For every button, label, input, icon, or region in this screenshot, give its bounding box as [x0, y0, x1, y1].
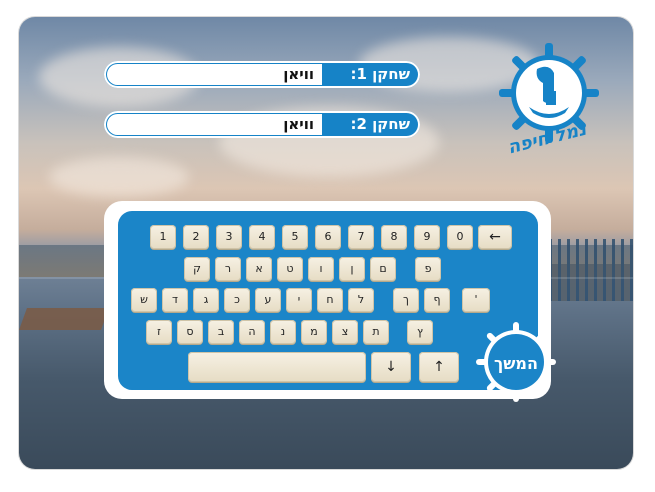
keyboard-key[interactable]: ': [462, 288, 490, 312]
keyboard-key[interactable]: 8: [381, 225, 407, 249]
keyboard-key[interactable]: ם: [370, 257, 396, 281]
keyboard-key[interactable]: ז: [146, 320, 172, 344]
keyboard-key[interactable]: ס: [177, 320, 203, 344]
keyboard-key[interactable]: ק: [184, 257, 210, 281]
space-key[interactable]: [188, 352, 366, 382]
keyboard-key[interactable]: ל: [348, 288, 374, 312]
keyboard-key[interactable]: ר: [215, 257, 241, 281]
player-1-label: שחקן 1:: [350, 65, 410, 83]
keyboard-key[interactable]: כ: [224, 288, 250, 312]
keyboard-key[interactable]: ה: [239, 320, 265, 344]
keyboard-key[interactable]: 6: [315, 225, 341, 249]
keyboard-key[interactable]: ע: [255, 288, 281, 312]
player-2-field: וויאן שחקן 2:: [104, 111, 420, 138]
keyboard-key[interactable]: 1: [150, 225, 176, 249]
keyboard-key[interactable]: 7: [348, 225, 374, 249]
keyboard-key[interactable]: ף: [424, 288, 450, 312]
keyboard-key[interactable]: ן: [339, 257, 365, 281]
player-2-label: שחקן 2:: [350, 115, 410, 133]
keyboard-key[interactable]: 4: [249, 225, 275, 249]
keyboard-key[interactable]: ח: [317, 288, 343, 312]
keyboard-key[interactable]: א: [246, 257, 272, 281]
keyboard-key[interactable]: ב: [208, 320, 234, 344]
keyboard-key[interactable]: ד: [162, 288, 188, 312]
keyboard-key[interactable]: 0: [447, 225, 473, 249]
continue-button[interactable]: המשך: [484, 354, 548, 378]
keyboard-key[interactable]: ↑: [419, 352, 459, 382]
keyboard-key[interactable]: ג: [193, 288, 219, 312]
keyboard-key[interactable]: ך: [393, 288, 419, 312]
keyboard-key[interactable]: ט: [277, 257, 303, 281]
keyboard-key[interactable]: פ: [415, 257, 441, 281]
keyboard-key[interactable]: מ: [301, 320, 327, 344]
keyboard-key[interactable]: ץ: [407, 320, 433, 344]
player-1-input[interactable]: וויאן: [107, 64, 322, 85]
keyboard-key[interactable]: ש: [131, 288, 157, 312]
keyboard-key[interactable]: ↓: [371, 352, 411, 382]
keyboard-key[interactable]: 3: [216, 225, 242, 249]
player-2-input[interactable]: וויאן: [107, 114, 322, 135]
keyboard-key[interactable]: ←: [478, 225, 512, 249]
keyboard-key[interactable]: ת: [363, 320, 389, 344]
keyboard-key[interactable]: 9: [414, 225, 440, 249]
keyboard-key[interactable]: י: [286, 288, 312, 312]
keyboard-key[interactable]: 5: [282, 225, 308, 249]
player-1-field: וויאן שחקן 1:: [104, 61, 420, 88]
keyboard-key[interactable]: 2: [183, 225, 209, 249]
keyboard-key[interactable]: ו: [308, 257, 334, 281]
keyboard-key[interactable]: צ: [332, 320, 358, 344]
keyboard-key[interactable]: נ: [270, 320, 296, 344]
